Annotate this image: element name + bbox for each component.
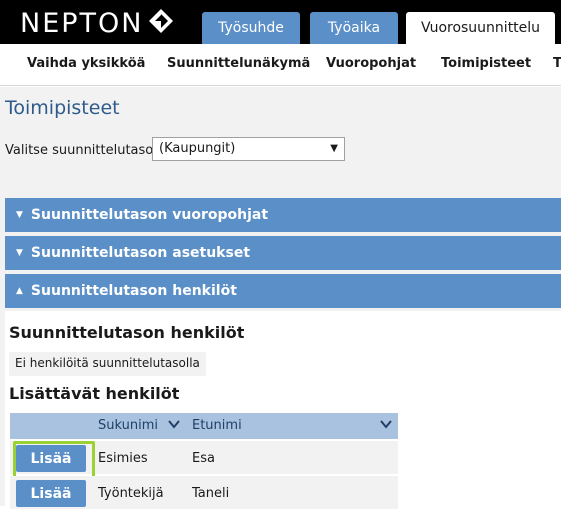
accordion-label: Suunnittelutason henkilöt: [30, 283, 237, 299]
triangle-up-icon: ▲: [16, 286, 23, 296]
tab-vuorosuunnittelu[interactable]: Vuorosuunnittelu: [406, 12, 555, 44]
cell-first-name: Esa: [192, 451, 215, 466]
persons-panel: Suunnittelutason henkilöt Ei henkilöitä …: [5, 311, 561, 510]
sort-chevron-icon[interactable]: [380, 418, 392, 430]
subnav-toimipisteet[interactable]: Toimipisteet: [441, 56, 531, 71]
cell-last-name: Työntekijä: [98, 486, 164, 501]
tab-tyosuhde[interactable]: Työsuhde: [202, 12, 300, 44]
table-row: Lisää Esimies Esa: [10, 441, 398, 479]
add-person-button[interactable]: Lisää: [16, 445, 86, 472]
triangle-down-icon: ▼: [16, 248, 23, 258]
current-persons-heading: Suunnittelutason henkilöt: [9, 323, 245, 342]
cell-last-name: Esimies: [98, 451, 148, 466]
accordion-asetukset[interactable]: ▼ Suunnittelutason asetukset: [5, 236, 561, 270]
level-select[interactable]: (Kaupungit) ▼: [152, 137, 345, 161]
persons-table-header: Sukunimi Etunimi: [10, 413, 398, 439]
sub-navigation: Vaihda yksikköä Suunnittelunäkymä Vuorop…: [0, 44, 561, 86]
addable-persons-heading: Lisättävät henkilöt: [9, 384, 180, 403]
nepton-logo-text: NEPTON: [20, 8, 144, 39]
column-header-sukunimi[interactable]: Sukunimi: [98, 418, 158, 433]
column-header-etunimi[interactable]: Etunimi: [192, 418, 242, 433]
subnav-suunnittelunakyma[interactable]: Suunnittelunäkymä: [167, 56, 310, 71]
table-row: Lisää Työntekijä Taneli: [10, 476, 398, 510]
main-content: Toimipisteet Valitse suunnittelutaso: (K…: [0, 87, 561, 510]
sort-chevron-icon[interactable]: [168, 418, 180, 430]
cell-first-name: Taneli: [192, 486, 230, 501]
tab-tyoaika[interactable]: Työaika: [310, 12, 398, 44]
accordion-vuoropohjat[interactable]: ▼ Suunnittelutason vuoropohjat: [5, 198, 561, 232]
add-person-button[interactable]: Lisää: [16, 480, 86, 507]
subnav-truncated[interactable]: T: [553, 56, 561, 71]
subnav-vaihda-yksikkoa[interactable]: Vaihda yksikköä: [27, 56, 145, 71]
top-bar: NEPTON Työsuhde Työaika Vuorosuunnittelu: [0, 0, 561, 44]
empty-persons-note: Ei henkilöitä suunnittelutasolla: [9, 352, 206, 376]
level-select-label: Valitse suunnittelutaso:: [5, 143, 158, 158]
triangle-down-icon: ▼: [16, 210, 23, 220]
chevron-down-icon: ▼: [330, 143, 338, 154]
subnav-vuoropohjat[interactable]: Vuoropohjat: [326, 56, 416, 71]
page-title: Toimipisteet: [5, 97, 120, 119]
accordion-label: Suunnittelutason asetukset: [30, 245, 251, 261]
nepton-logo-icon: [149, 9, 173, 33]
level-select-value: (Kaupungit): [159, 141, 236, 156]
accordion-henkilot[interactable]: ▲ Suunnittelutason henkilöt: [5, 274, 561, 308]
accordion-label: Suunnittelutason vuoropohjat: [30, 207, 269, 223]
